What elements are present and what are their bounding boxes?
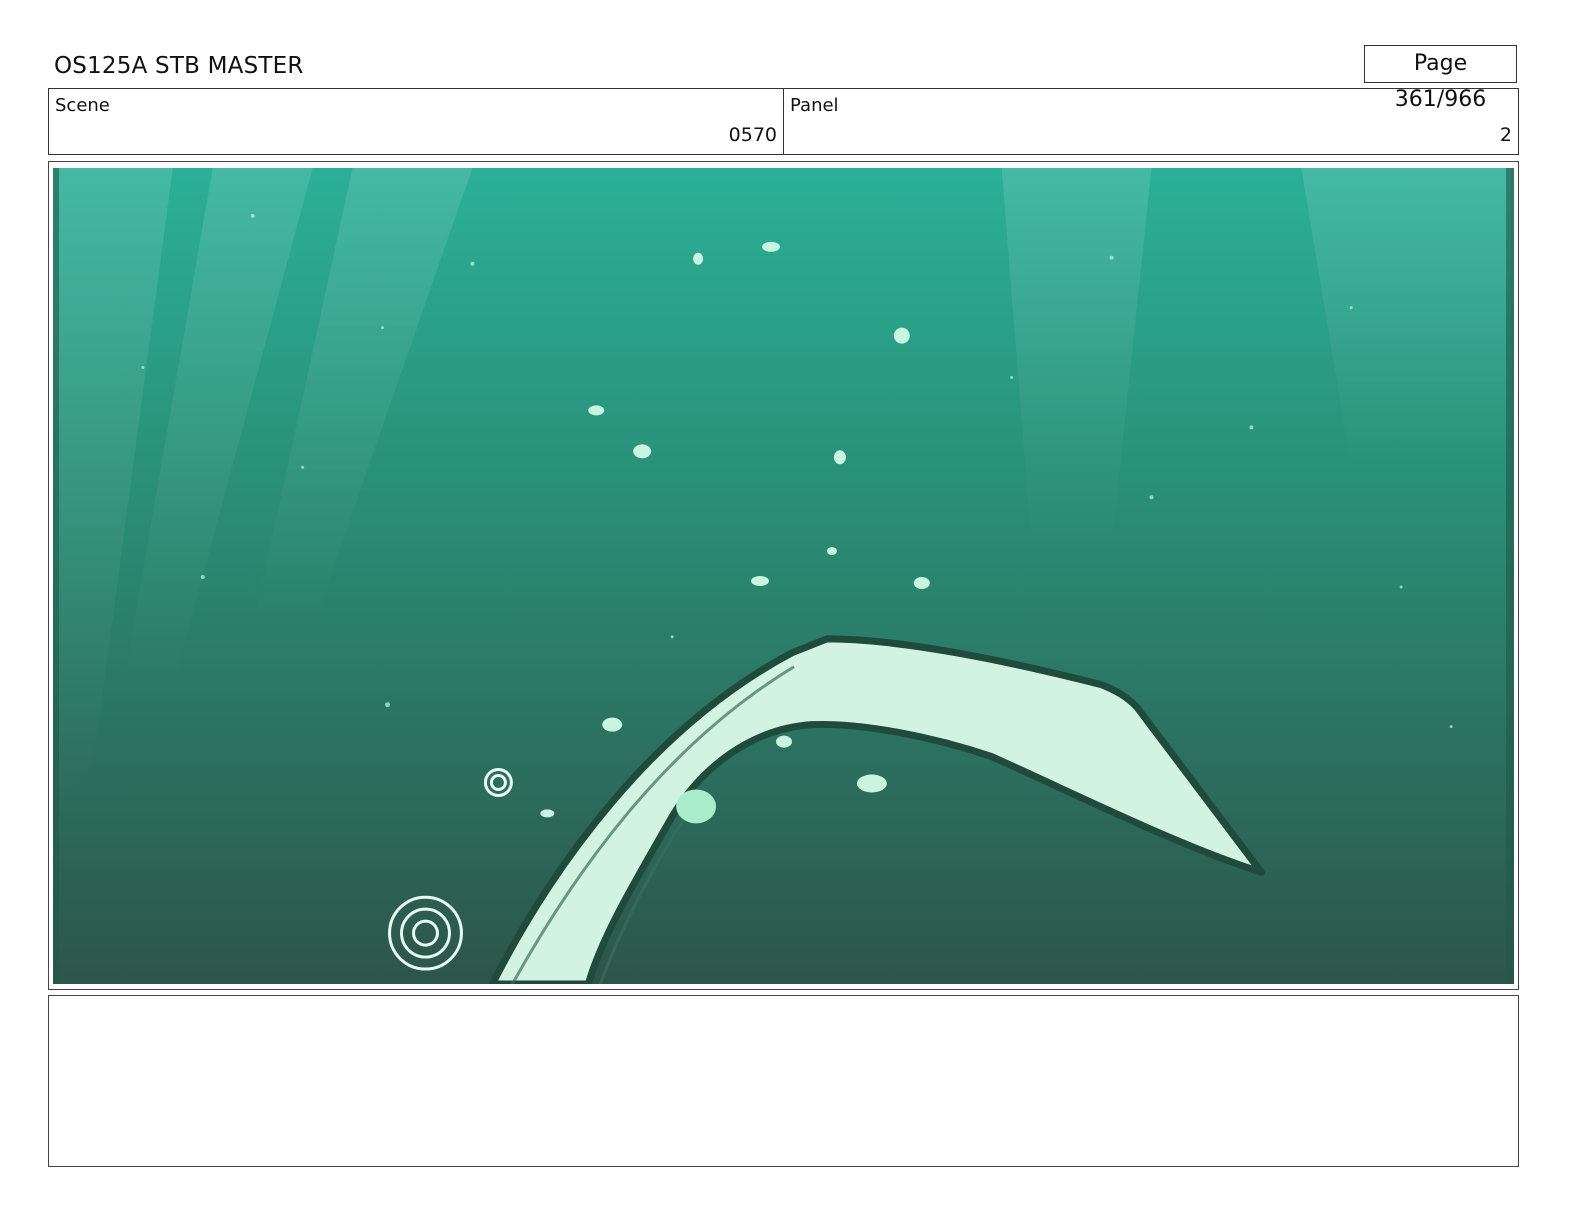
scene-label: Scene (55, 95, 110, 116)
page-number: Page 361/966 (1364, 45, 1517, 112)
panel-label: Panel (790, 95, 839, 116)
frame-edge-left (53, 168, 59, 984)
storyboard-frame (48, 161, 1519, 990)
panel-value: 2 (1499, 124, 1512, 146)
underwater-tail-drawing (53, 168, 1514, 984)
scene-panel-info-row: Scene 0570 Panel 2 (48, 88, 1519, 155)
document-title: OS125A STB MASTER (54, 53, 304, 79)
frame-edge-right (1506, 168, 1514, 984)
notes-box (48, 995, 1519, 1167)
scene-value: 0570 (728, 124, 777, 146)
panel-cell: Panel 2 (783, 89, 1518, 154)
scene-cell: Scene 0570 (49, 89, 783, 154)
